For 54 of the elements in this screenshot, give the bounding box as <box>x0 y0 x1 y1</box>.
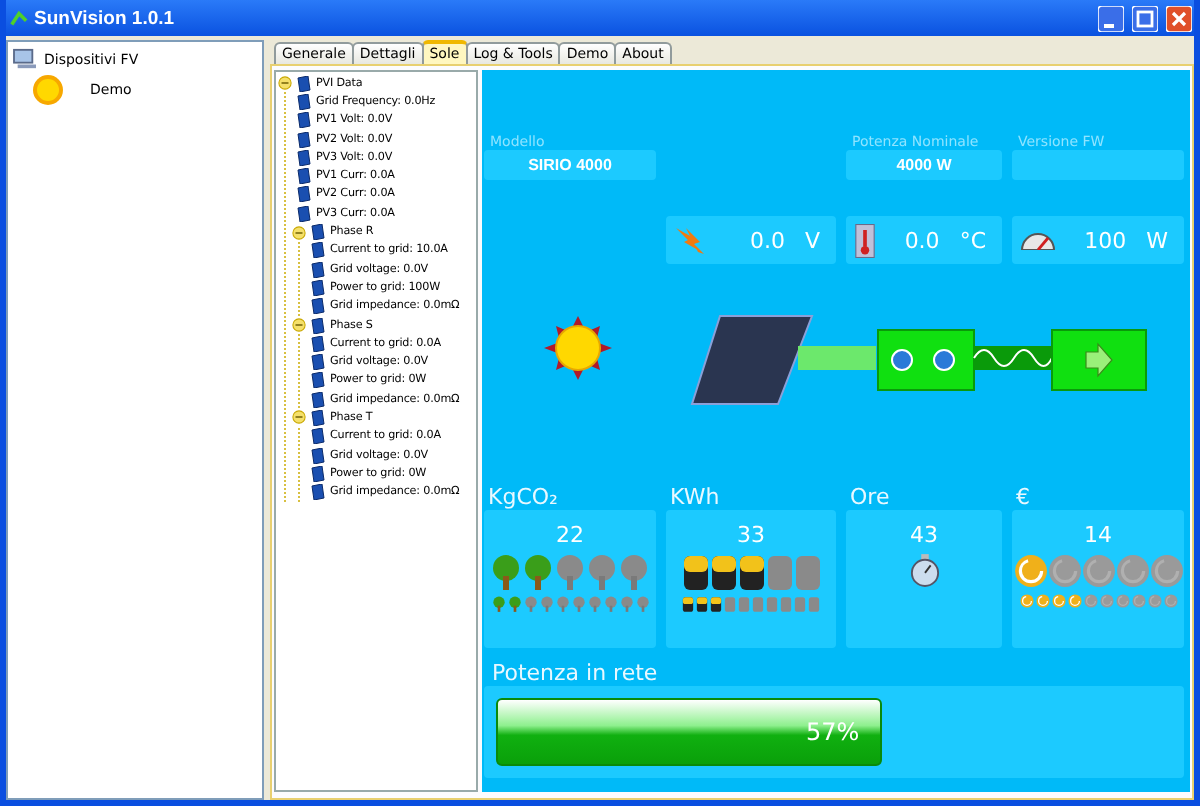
stat-value: 43 <box>910 522 938 548</box>
stat-value: 22 <box>556 522 584 548</box>
stat-value: 33 <box>737 522 765 548</box>
reading-unit: W <box>1146 227 1168 253</box>
gauge-icon <box>1020 230 1056 250</box>
tree-icon <box>554 554 586 590</box>
battery-icon <box>737 554 765 590</box>
minimize-button[interactable] <box>1098 5 1124 31</box>
lightning-icon <box>674 224 706 256</box>
model-value: SIRIO 4000 <box>484 150 656 180</box>
solar-panel-drawing <box>690 315 814 405</box>
inverter-box <box>877 329 975 391</box>
collapse-icon[interactable] <box>278 76 292 91</box>
coin-icon <box>1149 554 1183 588</box>
reading-value: 0.0 <box>749 227 785 253</box>
stat-title: Ore <box>848 484 892 510</box>
sun-icon <box>544 316 612 380</box>
collapse-icon[interactable] <box>292 318 306 332</box>
app-icon <box>10 9 28 27</box>
section-title: Potenza in rete <box>490 660 660 686</box>
nominal-power-value: 4000 W <box>846 150 1002 180</box>
stopwatch-icon <box>909 554 939 588</box>
battery-icon <box>793 554 821 590</box>
reading-unit: °C <box>959 227 986 253</box>
battery-icon <box>765 554 793 590</box>
coin-icon <box>1013 554 1047 588</box>
stat-title: KWh <box>668 484 722 510</box>
tree-icon <box>586 554 618 590</box>
stat-title: KgCO₂ <box>486 484 560 510</box>
sun-icon <box>32 74 64 106</box>
collapse-icon[interactable] <box>292 225 306 240</box>
maximize-button[interactable] <box>1132 5 1158 31</box>
close-button[interactable] <box>1166 5 1192 31</box>
collapse-icon[interactable] <box>292 410 306 425</box>
battery-icon <box>709 554 737 590</box>
power-connector <box>798 346 876 370</box>
reading-unit: V <box>804 227 820 253</box>
coin-icon <box>1081 554 1115 588</box>
stat-value: 14 <box>1084 522 1112 548</box>
thermometer-icon <box>854 223 876 257</box>
sine-wave-line <box>973 346 1053 370</box>
tree-icon <box>490 554 522 590</box>
reading-value: 0.0 <box>904 227 940 253</box>
tree-icon <box>522 554 554 590</box>
reading-value: 100 <box>1084 227 1127 253</box>
tree-icon <box>618 554 650 590</box>
progress-value: 57% <box>805 718 860 746</box>
computer-icon <box>12 48 38 70</box>
grid-box <box>1051 329 1147 391</box>
stat-title: € <box>1014 484 1032 510</box>
coin-icon <box>1115 554 1149 588</box>
window-title: SunVision 1.0.1 <box>34 7 175 29</box>
battery-icon <box>681 554 709 590</box>
coin-icon <box>1047 554 1081 588</box>
